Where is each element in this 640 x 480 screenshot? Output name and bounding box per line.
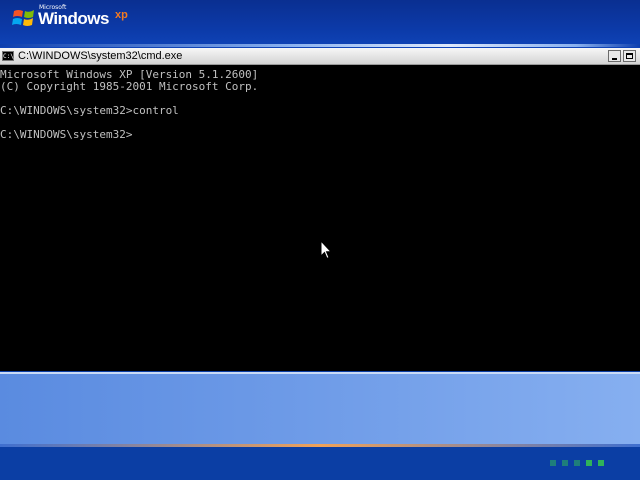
window-titlebar[interactable]: C:\ C:\WINDOWS\system32\cmd.exe xyxy=(0,48,640,65)
progress-block xyxy=(550,460,556,466)
console-prompt[interactable]: C:\WINDOWS\system32> xyxy=(0,129,132,141)
progress-block xyxy=(586,460,592,466)
windows-flag-icon xyxy=(12,10,34,26)
bottom-light-panel xyxy=(0,372,640,444)
cmd-icon[interactable]: C:\ xyxy=(2,51,14,61)
progress-block xyxy=(562,460,568,466)
top-highlight-line xyxy=(0,44,640,47)
logo-xp-text: xp xyxy=(115,9,128,21)
mouse-pointer-icon xyxy=(320,240,332,260)
bottom-edge-line xyxy=(0,444,640,447)
windows-xp-logo: Microsoft Windows xp xyxy=(12,3,142,33)
progress-block xyxy=(598,460,604,466)
window-title: C:\WINDOWS\system32\cmd.exe xyxy=(18,50,183,62)
desktop-bottom-band xyxy=(0,372,640,480)
cmd-window[interactable]: C:\ C:\WINDOWS\system32\cmd.exe Microsof… xyxy=(0,48,640,371)
minimize-icon xyxy=(612,58,617,60)
maximize-icon xyxy=(626,53,633,59)
logo-windows-text: Windows xyxy=(38,9,109,28)
desktop-top-band: Microsoft Windows xp xyxy=(0,0,640,48)
console-output[interactable]: Microsoft Windows XP [Version 5.1.2600] … xyxy=(0,68,640,368)
maximize-button[interactable] xyxy=(623,50,636,62)
console-line: C:\WINDOWS\system32>control xyxy=(0,104,179,117)
progress-block xyxy=(574,460,580,466)
minimize-button[interactable] xyxy=(608,50,621,62)
console-line: (C) Copyright 1985-2001 Microsoft Corp. xyxy=(0,80,259,93)
